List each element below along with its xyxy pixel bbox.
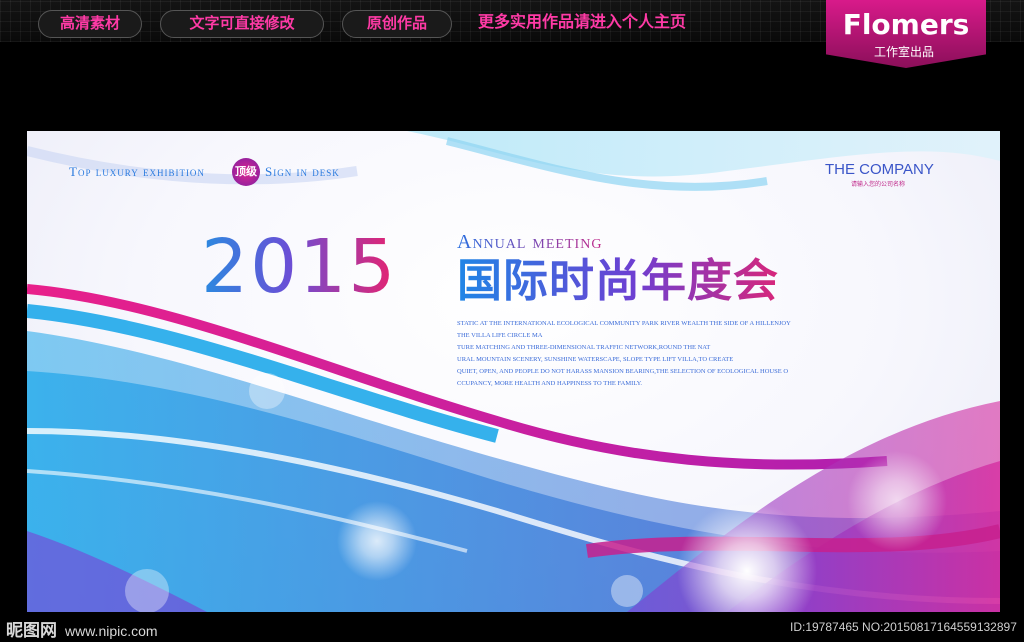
- company-subtitle: 请输入您的公司名称: [851, 182, 906, 188]
- description-line: TURE MATCHING AND THREE-DIMENSIONAL TRAF…: [457, 344, 711, 351]
- image-id-text: ID:19787465 NO:20150817164559132897: [790, 620, 1017, 634]
- description-line: QUIET, OPEN, AND PEOPLE DO NOT HARASS MA…: [457, 368, 789, 375]
- description-line: STATIC AT THE INTERNATIONAL ECOLOGICAL C…: [457, 320, 791, 327]
- tag-original-work[interactable]: 原创作品: [342, 10, 452, 38]
- brand-badge[interactable]: Flomers 工作室出品: [826, 0, 986, 68]
- year-heading: 2015: [201, 224, 398, 310]
- brand-sub: 工作室出品: [874, 45, 935, 59]
- brand-name: Flomers: [842, 8, 970, 41]
- description-line: THE VILLA LIFE CIRCLE MA: [457, 332, 543, 339]
- more-works-link[interactable]: 更多实用作品请进入个人主页: [478, 10, 686, 36]
- top-badge: 顶级: [232, 158, 260, 186]
- site-name: 昵图网: [6, 621, 57, 640]
- tag-hd-material[interactable]: 高清素材: [38, 10, 142, 38]
- site-url: www.nipic.com: [65, 623, 158, 639]
- annual-meeting-text: Annual meeting: [457, 231, 603, 253]
- sign-in-desk-text: Sign in desk: [265, 164, 340, 179]
- tag-editable-text[interactable]: 文字可直接修改: [160, 10, 324, 38]
- luxury-exhibition-text: Top luxury exhibition: [69, 164, 205, 179]
- company-name: THE COMPANY: [825, 161, 934, 178]
- poster-image: Top luxury exhibition 顶级 Sign in desk TH…: [27, 131, 1000, 612]
- event-title: 国际时尚年度会: [457, 255, 780, 306]
- site-watermark[interactable]: 昵图网 www.nipic.com: [6, 616, 158, 641]
- description-line: CCUPANCY, MORE HEALTH AND HAPPINESS TO T…: [457, 380, 643, 387]
- description-line: URAL MOUNTAIN SCENERY, SUNSHINE WATERSCA…: [457, 356, 734, 363]
- description-block: STATIC AT THE INTERNATIONAL ECOLOGICAL C…: [457, 318, 837, 390]
